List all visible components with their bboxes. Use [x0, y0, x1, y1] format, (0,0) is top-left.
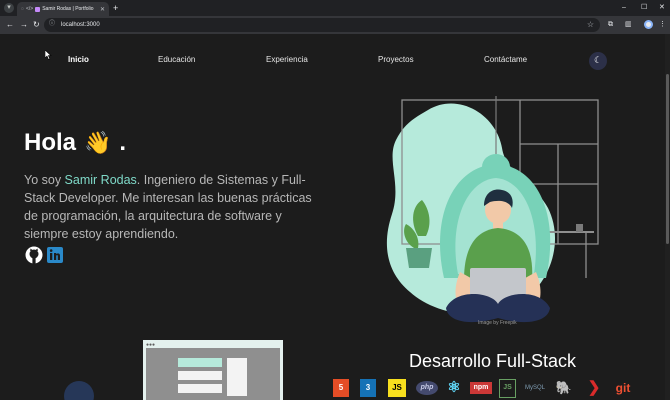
browser-tab[interactable]: ◌ </> Samir Rodas | Portfolio ✕: [17, 2, 109, 16]
nav-proyectos[interactable]: Proyectos: [378, 55, 414, 65]
scrollbar-thumb[interactable]: [666, 74, 669, 244]
javascript-icon: JS: [388, 379, 406, 397]
linkedin-icon[interactable]: [46, 246, 64, 264]
mouse-cursor-icon: [45, 50, 52, 60]
close-tab-icon[interactable]: ✕: [100, 6, 105, 13]
browser-toolbar: ← → ↻ ⓘ localhost:3000 ☆ ⧉ ▥ ⋮: [0, 16, 670, 34]
forward-icon[interactable]: →: [20, 19, 28, 31]
intro-prefix: Yo soy: [24, 173, 65, 187]
bookmark-star-icon[interactable]: ☆: [587, 18, 594, 32]
menu-icon[interactable]: ⋮: [659, 19, 666, 31]
postgresql-icon: 🐘: [555, 380, 573, 395]
address-bar[interactable]: ⓘ localhost:3000 ☆: [44, 18, 600, 32]
portfolio-page: Inicio Educación Experiencia Proyectos C…: [0, 34, 670, 400]
extensions-icon[interactable]: ⧉: [608, 19, 613, 31]
nav-contactame[interactable]: Contáctame: [484, 55, 527, 65]
theme-toggle-button[interactable]: ☾: [589, 52, 607, 70]
nav-educacion[interactable]: Educación: [158, 55, 195, 65]
reload-tab-icon: ◌: [21, 6, 24, 12]
css3-icon: 3: [360, 379, 376, 397]
laravel-icon: ❯: [587, 379, 601, 396]
page-scrollbar[interactable]: [665, 34, 670, 400]
npm-icon: npm: [470, 382, 492, 394]
new-tab-button[interactable]: +: [113, 2, 118, 14]
tab-search-icon[interactable]: ▾: [4, 3, 14, 13]
nav-inicio[interactable]: Inicio: [68, 55, 89, 65]
hero-greeting: Hola 👋 .: [24, 129, 126, 157]
developer-illustration: [386, 96, 599, 323]
back-icon[interactable]: ←: [6, 19, 14, 31]
nodejs-icon: JS: [499, 379, 516, 398]
profile-avatar[interactable]: [644, 20, 653, 29]
hero-intro: Yo soy Samir Rodas. Ingeniero de Sistema…: [24, 171, 324, 243]
browser-tabstrip: ▾ ◌ </> Samir Rodas | Portfolio ✕ + – ☐ …: [0, 0, 670, 16]
greeting-period: .: [119, 129, 127, 156]
url-text: localhost:3000: [61, 22, 100, 28]
greeting-text: Hola: [24, 129, 77, 156]
side-panel-icon[interactable]: ▥: [625, 19, 632, 31]
browser-mockup-illustration: ●●●: [143, 340, 283, 400]
react-icon: ⚛: [447, 379, 461, 396]
git-icon: git: [615, 381, 631, 395]
minimize-button[interactable]: –: [622, 2, 626, 14]
tab-title: Samir Rodas | Portfolio: [42, 6, 94, 12]
avatar-illustration: [64, 381, 94, 400]
mug-icon: [576, 224, 583, 232]
author-name: Samir Rodas: [64, 173, 137, 187]
favicon-icon: [35, 6, 41, 12]
fullstack-title: Desarrollo Full-Stack: [409, 351, 577, 371]
reload-icon[interactable]: ↻: [33, 19, 40, 31]
code-icon: </>: [25, 6, 34, 12]
moon-icon: ☾: [594, 55, 603, 65]
waving-hand-icon: 👋: [84, 130, 112, 155]
mysql-icon: MySQL: [524, 385, 545, 391]
image-credit: Image by Freepik: [478, 320, 517, 326]
nav-experiencia[interactable]: Experiencia: [266, 55, 308, 65]
close-window-button[interactable]: ✕: [659, 2, 665, 14]
html5-icon: 5: [333, 379, 349, 397]
php-icon: php: [416, 381, 438, 395]
github-icon[interactable]: [25, 246, 43, 264]
site-info-icon[interactable]: ⓘ: [49, 20, 58, 29]
maximize-button[interactable]: ☐: [641, 2, 647, 14]
